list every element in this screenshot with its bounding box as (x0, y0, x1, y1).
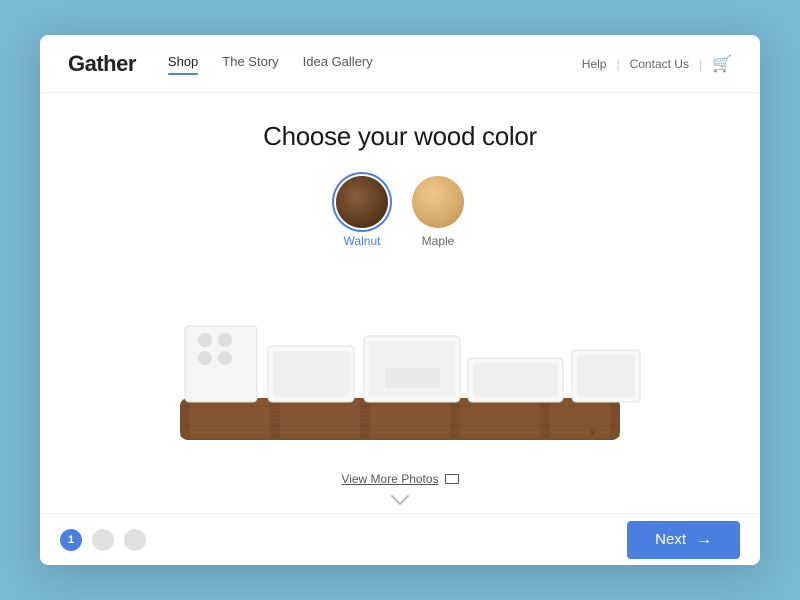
arrow-right-icon: → (696, 531, 712, 549)
chevron-down-icon (390, 494, 410, 506)
swatch-maple[interactable]: Maple (412, 176, 464, 248)
contact-link[interactable]: Contact Us (630, 57, 689, 71)
product-area: g (60, 268, 740, 468)
nav-right: Help | Contact Us | 🛒 (582, 54, 732, 74)
swatch-maple-circle[interactable] (412, 176, 464, 228)
divider: | (616, 57, 619, 71)
color-swatches: Walnut Maple (336, 176, 464, 248)
step-dot-2 (92, 529, 114, 551)
swatch-walnut[interactable]: Walnut (336, 176, 388, 248)
navbar: Gather Shop The Story Idea Gallery Help … (40, 35, 760, 93)
nav-shop[interactable]: Shop (168, 54, 198, 73)
step-dot-3 (124, 529, 146, 551)
nav-story[interactable]: The Story (222, 54, 278, 73)
divider2: | (699, 57, 702, 71)
logo: Gather (68, 51, 136, 77)
swatch-maple-label: Maple (422, 234, 455, 248)
swatch-walnut-label: Walnut (344, 234, 381, 248)
page-title: Choose your wood color (263, 121, 537, 152)
view-more-photos[interactable]: View More Photos (341, 472, 458, 486)
nav-links: Shop The Story Idea Gallery (168, 54, 582, 73)
svg-text:g: g (590, 425, 595, 436)
step-dots: 1 (60, 529, 146, 551)
next-label: Next (655, 531, 686, 548)
cart-icon[interactable]: 🛒 (712, 54, 732, 74)
swatch-walnut-circle[interactable] (336, 176, 388, 228)
main-content: Choose your wood color Walnut Maple (40, 93, 760, 513)
gallery-icon (445, 474, 459, 484)
step-dot-1: 1 (60, 529, 82, 551)
chevron-down[interactable] (390, 494, 410, 506)
next-button[interactable]: Next → (627, 521, 740, 559)
app-window: Gather Shop The Story Idea Gallery Help … (40, 35, 760, 565)
product-image: g (140, 268, 660, 468)
bottom-bar: 1 Next → (40, 513, 760, 565)
help-link[interactable]: Help (582, 57, 607, 71)
nav-gallery[interactable]: Idea Gallery (303, 54, 373, 73)
view-more-label: View More Photos (341, 472, 438, 486)
